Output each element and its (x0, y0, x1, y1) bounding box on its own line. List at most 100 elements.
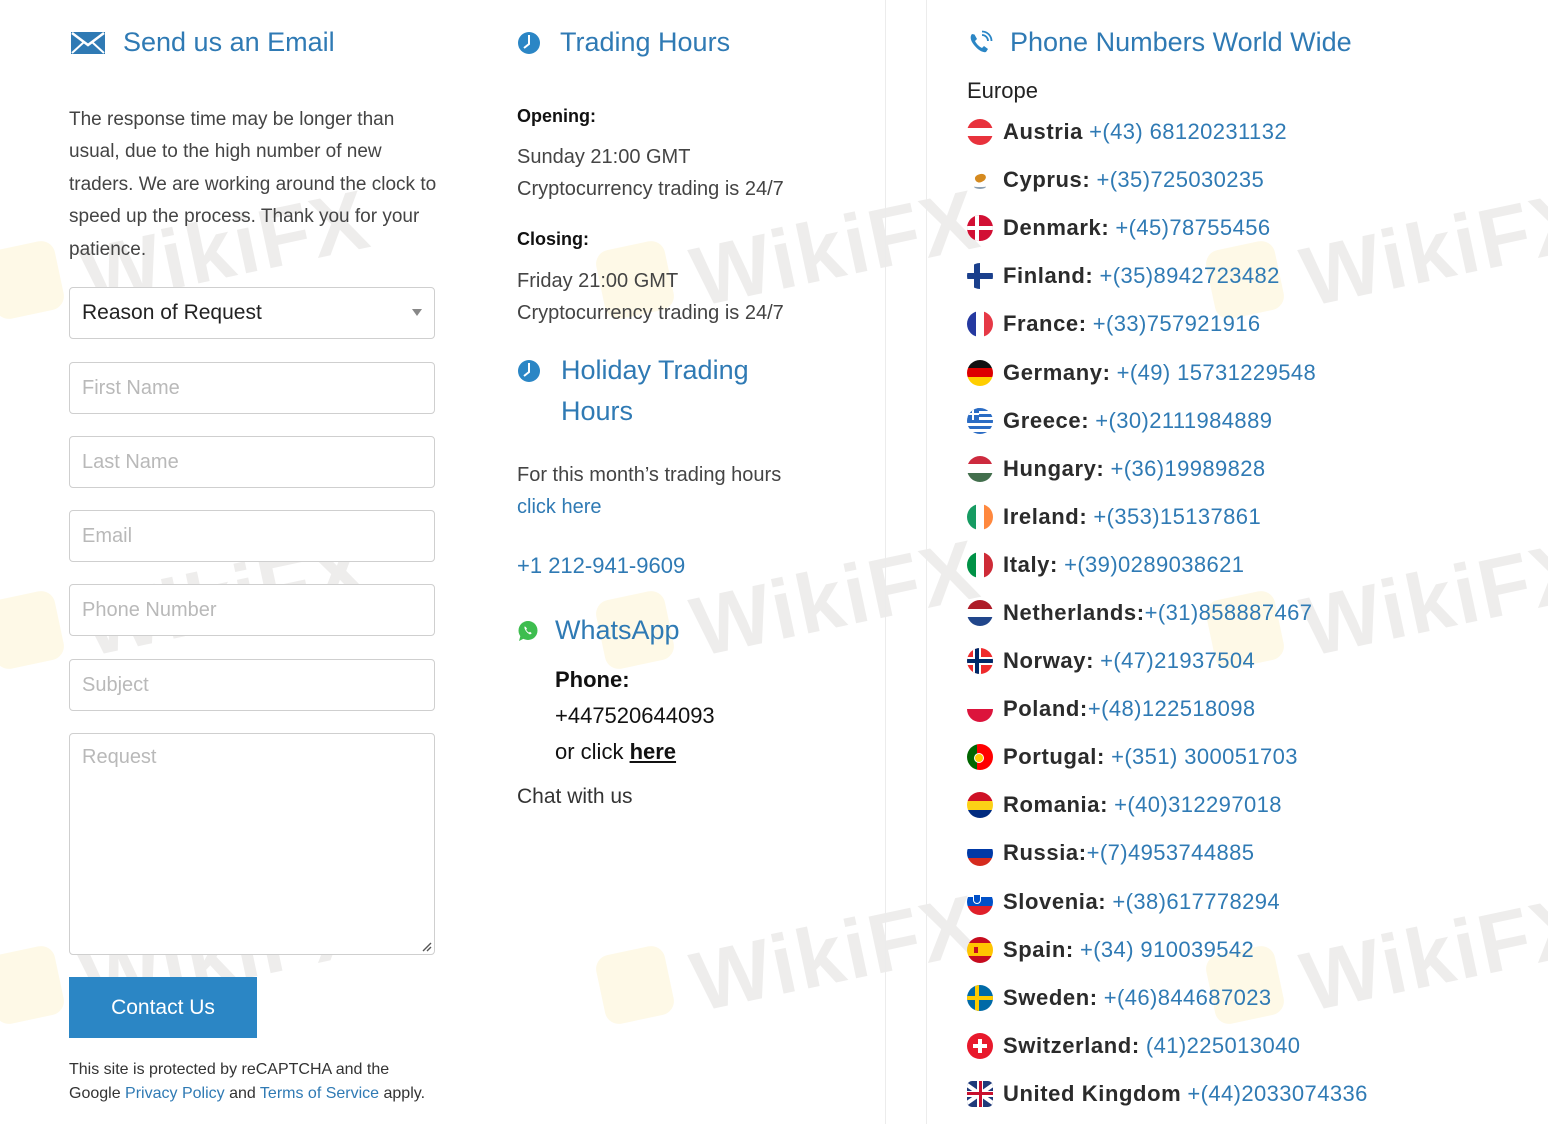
cyprus-flag-icon (967, 167, 993, 194)
country-name: Sweden: (1003, 984, 1098, 1010)
column-divider (885, 0, 886, 1124)
closing-time: Friday 21:00 GMT (517, 270, 679, 292)
phone-number-link[interactable]: (41)225013040 (1146, 1033, 1300, 1059)
reason-select-value: Reason of Request (82, 301, 262, 324)
holiday-phone-link[interactable]: +1 212-941-9609 (517, 550, 685, 582)
whatsapp-phone: +447520644093 (555, 703, 715, 728)
denmark-flag-icon (967, 215, 993, 242)
first-name-input[interactable]: First Name (69, 362, 435, 414)
country-name: Denmark: (1003, 215, 1110, 241)
phone-icon (967, 22, 997, 63)
email-title: Send us an Email (123, 27, 335, 57)
contact-us-button[interactable]: Contact Us (69, 977, 257, 1038)
request-placeholder: Request (82, 746, 157, 768)
request-textarea[interactable]: Request (69, 733, 435, 955)
whatsapp-icon (517, 610, 541, 651)
whatsapp-or-click: or click here (555, 734, 715, 770)
envelope-icon (69, 22, 107, 63)
holiday-hours-heading: Holiday Trading Hours (517, 350, 817, 432)
recaptcha-text: apply. (379, 1085, 426, 1102)
email-input[interactable]: Email (69, 510, 435, 562)
phone-item-slovenia: Slovenia: +(38)617778294 (967, 878, 1368, 926)
watermark-logo (593, 943, 677, 1027)
country-name: Italy: (1003, 551, 1058, 577)
phone-number-link[interactable]: +(38)617778294 (1112, 889, 1280, 915)
whatsapp-here-link[interactable]: here (630, 739, 676, 764)
holiday-hours-title: Holiday Trading Hours (561, 355, 749, 426)
phone-item-poland: Poland: +(48)122518098 (967, 685, 1368, 733)
watermark-logo (0, 588, 67, 672)
watermark: WikiFX (683, 876, 988, 1030)
phone-item-united-kingdom: United Kingdom +(44)2033074336 (967, 1070, 1368, 1118)
phone-number-link[interactable]: +(35)8942723482 (1099, 263, 1279, 289)
phone-number-link[interactable]: +(44)2033074336 (1187, 1081, 1367, 1107)
phone-number-link[interactable]: +(36)19989828 (1111, 456, 1266, 482)
subject-placeholder: Subject (82, 674, 149, 696)
phone-number-link[interactable]: +(7)4953744885 (1087, 840, 1255, 866)
terms-of-service-link[interactable]: Terms of Service (260, 1085, 379, 1102)
phone-number-link[interactable]: +(39)0289038621 (1064, 552, 1244, 578)
column-divider (926, 0, 927, 1124)
phone-item-hungary: Hungary: +(36)19989828 (967, 445, 1368, 493)
chat-with-us[interactable]: Chat with us (517, 781, 633, 813)
country-name: Netherlands: (1003, 599, 1145, 625)
phone-number-link[interactable]: +(351) 300051703 (1111, 744, 1298, 770)
phone-item-ireland: Ireland: +(353)15137861 (967, 493, 1368, 541)
whatsapp-heading: WhatsApp (517, 610, 680, 651)
phone-item-france: France: +(33)757921916 (967, 300, 1368, 348)
or-click-text: or click (555, 739, 630, 764)
phone-number-link[interactable]: +(35)725030235 (1096, 167, 1264, 193)
country-name: Slovenia: (1003, 888, 1107, 914)
phone-number-link[interactable]: +(47)21937504 (1100, 648, 1255, 674)
reason-select[interactable]: Reason of Request (69, 287, 435, 339)
phone-item-sweden: Sweden: +(46)844687023 (967, 974, 1368, 1022)
recaptcha-text: Google (69, 1085, 126, 1102)
phone-number-link[interactable]: +(45)78755456 (1115, 215, 1270, 241)
phone-number-link[interactable]: +(31)858887467 (1145, 600, 1313, 626)
phone-number-link[interactable]: +(43) 68120231132 (1089, 119, 1287, 145)
country-name: Cyprus: (1003, 167, 1091, 193)
holiday-text: For this month’s trading hours (517, 464, 782, 486)
watermark-logo (0, 943, 67, 1027)
sweden-flag-icon (967, 984, 993, 1011)
country-name: United Kingdom (1003, 1080, 1182, 1106)
spain-flag-icon (967, 936, 993, 963)
intro-text: The response time may be longer than usu… (69, 109, 437, 260)
phone-number-link[interactable]: +(353)15137861 (1093, 504, 1261, 530)
country-name: France: (1003, 311, 1087, 337)
phone-list: Austria +(43) 68120231132 Cyprus: +(35)72… (967, 108, 1368, 1118)
phone-number-link[interactable]: +(49) 15731229548 (1117, 360, 1316, 386)
phone-number-link[interactable]: +(30)2111984889 (1095, 408, 1272, 434)
resize-handle-icon[interactable] (420, 940, 432, 952)
phone-number-link[interactable]: +(33)757921916 (1093, 311, 1261, 337)
country-name: Greece: (1003, 407, 1090, 433)
country-name: Poland: (1003, 696, 1088, 722)
watermark-logo (0, 238, 67, 322)
portugal-flag-icon (967, 744, 993, 771)
whatsapp-details: Phone: +447520644093 or click here (555, 662, 715, 770)
country-name: Switzerland: (1003, 1032, 1140, 1058)
email-placeholder: Email (82, 525, 133, 547)
last-name-input[interactable]: Last Name (69, 436, 435, 488)
chevron-down-icon (412, 309, 422, 316)
phone-number-link[interactable]: +(46)844687023 (1104, 985, 1272, 1011)
russia-flag-icon (967, 840, 993, 867)
phone-number-link[interactable]: +(34) 910039542 (1080, 937, 1254, 963)
france-flag-icon (967, 311, 993, 338)
country-name: Germany: (1003, 359, 1111, 385)
opening-note: Cryptocurrency trading is 24/7 (517, 178, 784, 200)
privacy-policy-link[interactable]: Privacy Policy (125, 1085, 225, 1102)
phone-item-germany: Germany: +(49) 15731229548 (967, 348, 1368, 396)
phone-number-link[interactable]: +(40)312297018 (1114, 792, 1282, 818)
country-name: Hungary: (1003, 455, 1105, 481)
austria-flag-icon (967, 119, 993, 146)
holiday-click-here-link[interactable]: click here (517, 491, 601, 523)
subject-input[interactable]: Subject (69, 659, 435, 711)
phone-item-russia: Russia: +(7)4953744885 (967, 829, 1368, 877)
hungary-flag-icon (967, 455, 993, 482)
norway-flag-icon (967, 648, 993, 675)
phone-item-finland: Finland: +(35)8942723482 (967, 252, 1368, 300)
country-name: Finland: (1003, 263, 1094, 289)
phone-number-link[interactable]: +(48)122518098 (1088, 696, 1256, 722)
phone-number-input[interactable]: Phone Number (69, 584, 435, 636)
